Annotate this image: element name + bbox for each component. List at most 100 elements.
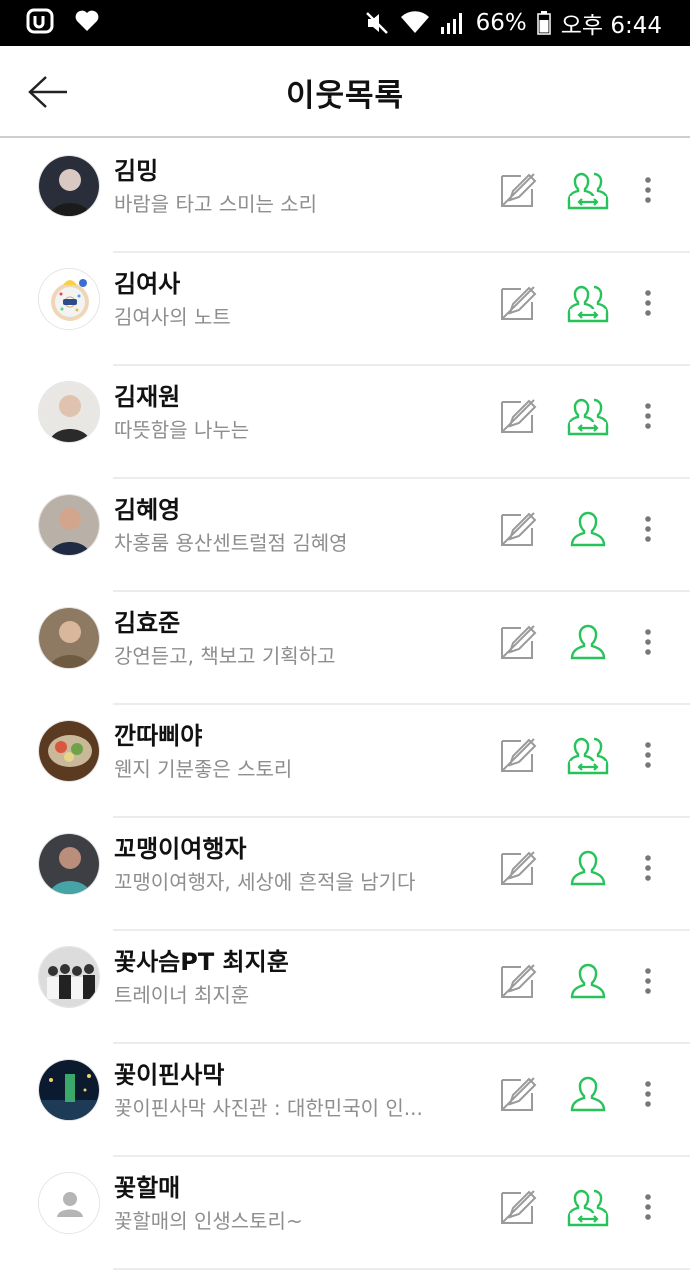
neighbor-name[interactable]: 김재원 [114,377,180,412]
write-disabled-button[interactable] [496,733,540,777]
avatar[interactable] [38,833,100,895]
neighbor-description: 바람을 타고 스미는 소리 [114,192,318,216]
avatar[interactable] [38,720,100,782]
avatar[interactable] [38,381,100,443]
neighbor-button[interactable] [566,1072,610,1116]
app-header: 이웃목록 [0,46,690,138]
neighbor-name[interactable]: 김효준 [114,603,180,638]
edit-disabled-icon [501,512,537,546]
avatar[interactable] [38,1172,100,1234]
signal-icon [440,11,466,35]
avatar[interactable] [38,607,100,669]
write-disabled-button[interactable] [496,507,540,551]
more-vertical-icon [645,1194,651,1220]
neighbor-row[interactable]: 김혜영차홍룸 용산센트럴점 김혜영 [0,479,690,592]
edit-disabled-icon [501,173,537,207]
neighbor-name[interactable]: 꽃할매 [114,1168,180,1203]
status-bar: 66% 오후 6:44 [0,0,690,46]
avatar[interactable] [38,494,100,556]
avatar[interactable] [38,155,100,217]
more-options-button[interactable] [636,507,660,551]
write-disabled-button[interactable] [496,846,540,890]
neighbor-icon [570,850,606,886]
more-options-button[interactable] [636,620,660,664]
neighbor-row[interactable]: 꼬맹이여행자꼬맹이여행자, 세상에 흔적을 남기다 [0,818,690,931]
mutual-neighbor-icon [567,398,609,436]
more-options-button[interactable] [636,846,660,890]
more-vertical-icon [645,1081,651,1107]
neighbor-description: 꽃할매의 인생스토리~ [114,1209,303,1233]
more-options-button[interactable] [636,1072,660,1116]
neighbor-row[interactable]: 김재원따뜻함을 나누는 [0,366,690,479]
avatar[interactable] [38,268,100,330]
status-left [26,7,100,39]
row-divider [113,1268,690,1270]
mutual-neighbor-button[interactable] [566,281,610,325]
more-vertical-icon [645,290,651,316]
more-options-button[interactable] [636,281,660,325]
neighbor-description: 꼬맹이여행자, 세상에 흔적을 남기다 [114,870,416,894]
neighbor-button[interactable] [566,959,610,1003]
write-disabled-button[interactable] [496,394,540,438]
mutual-neighbor-button[interactable] [566,168,610,212]
neighbor-row[interactable]: 꽃사슴PT 최지훈 트레이너 최지훈 [0,931,690,1044]
neighbor-button[interactable] [566,507,610,551]
edit-disabled-icon [501,625,537,659]
neighbor-button[interactable] [566,846,610,890]
neighbor-name[interactable]: 김혜영 [114,490,180,525]
neighbor-row[interactable]: 김효준강연듣고, 책보고 기획하고 [0,592,690,705]
edit-disabled-icon [501,964,537,998]
write-disabled-button[interactable] [496,1072,540,1116]
edit-disabled-icon [501,399,537,433]
edit-disabled-icon [501,851,537,885]
neighbor-icon [570,963,606,999]
neighbor-icon [570,511,606,547]
neighbor-description: 따뜻함을 나누는 [114,418,250,442]
edit-disabled-icon [501,1077,537,1111]
neighbor-list: 김밍바람을 타고 스미는 소리김여사 김여사의 노트김재원따뜻함을 나누는김혜영차… [0,140,690,1270]
neighbor-description: 강연듣고, 책보고 기획하고 [114,644,336,668]
wifi-icon [400,11,430,35]
mutual-neighbor-button[interactable] [566,1185,610,1229]
mutual-neighbor-button[interactable] [566,733,610,777]
more-options-button[interactable] [636,394,660,438]
more-options-button[interactable] [636,733,660,777]
heart-icon [74,9,100,37]
write-disabled-button[interactable] [496,959,540,1003]
uplus-icon [26,7,54,39]
more-vertical-icon [645,629,651,655]
write-disabled-button[interactable] [496,1185,540,1229]
neighbor-row[interactable]: 김밍바람을 타고 스미는 소리 [0,140,690,253]
neighbor-description: 차홍룸 용산센트럴점 김혜영 [114,531,348,555]
more-vertical-icon [645,516,651,542]
mutual-neighbor-button[interactable] [566,394,610,438]
edit-disabled-icon [501,286,537,320]
more-vertical-icon [645,742,651,768]
neighbor-row[interactable]: 김여사 김여사의 노트 [0,253,690,366]
write-disabled-button[interactable] [496,168,540,212]
neighbor-name[interactable]: 김밍 [114,151,158,186]
more-options-button[interactable] [636,959,660,1003]
neighbor-name[interactable]: 꽃사슴PT 최지훈 [114,942,289,977]
battery-icon [536,11,551,35]
neighbor-icon [570,624,606,660]
mutual-neighbor-icon [567,172,609,210]
neighbor-name[interactable]: 꼬맹이여행자 [114,829,246,864]
avatar[interactable] [38,1059,100,1121]
neighbor-name[interactable]: 깐따삐야 [114,716,202,751]
neighbor-row[interactable]: 깐따삐야 웬지 기분좋은 스토리 [0,705,690,818]
more-options-button[interactable] [636,168,660,212]
neighbor-row[interactable]: 꽃이핀사막 꽃이핀사막 사진관 : 대한민국이 인... [0,1044,690,1157]
status-right: 66% 오후 6:44 [364,6,662,40]
avatar[interactable] [38,946,100,1008]
neighbor-row[interactable]: 꽃할매꽃할매의 인생스토리~ [0,1157,690,1270]
neighbor-name[interactable]: 김여사 [114,264,180,299]
more-vertical-icon [645,855,651,881]
neighbor-name[interactable]: 꽃이핀사막 [114,1055,224,1090]
clock: 오후 6:44 [560,13,662,39]
write-disabled-button[interactable] [496,620,540,664]
more-options-button[interactable] [636,1185,660,1229]
edit-disabled-icon [501,1190,537,1224]
neighbor-button[interactable] [566,620,610,664]
write-disabled-button[interactable] [496,281,540,325]
